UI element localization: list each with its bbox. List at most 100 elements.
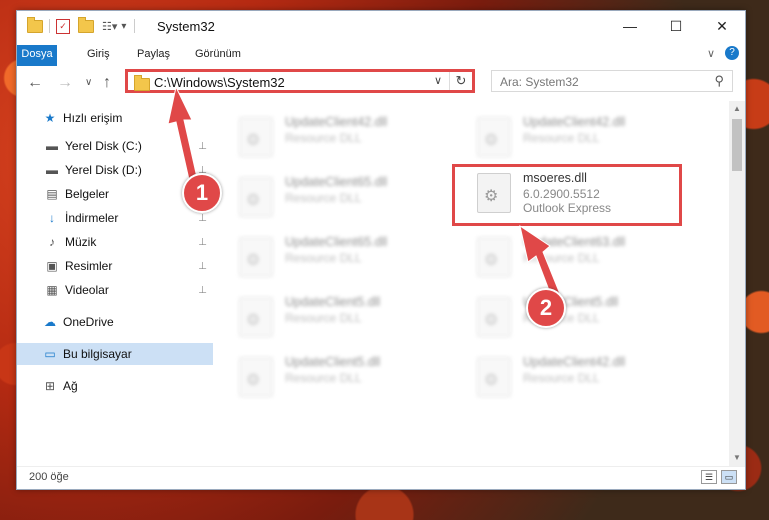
quick-access-toolbar: ✓ ☷▾ ▾ (27, 16, 136, 35)
folder-icon (134, 75, 150, 91)
sidebar-item-label: Yerel Disk (C:) (65, 139, 142, 153)
separator (134, 19, 136, 33)
sidebar-item[interactable]: ⊞ Ağ (17, 375, 213, 397)
file-item-msoeres[interactable]: msoeres.dll 6.0.2900.5512Outlook Express (452, 164, 682, 226)
network-icon: ⊞ (44, 379, 56, 393)
sidebar-item-label: Bu bilgisayar (63, 347, 132, 361)
sidebar-item[interactable]: ☁ OneDrive (17, 311, 213, 333)
file-name: UpdateClient65.dll (285, 175, 388, 189)
recent-locations-button[interactable]: ∨ (85, 77, 92, 88)
up-button[interactable]: ↑ (103, 74, 111, 92)
back-button[interactable]: ← (27, 74, 43, 92)
scroll-down-icon[interactable]: ▼ (733, 453, 741, 462)
sidebar-item[interactable]: ▭ Bu bilgisayar (17, 343, 213, 365)
separator (49, 19, 50, 33)
dll-file-icon (239, 237, 273, 277)
file-list: UpdateClient42.dll Resource DLL UpdateClie… (217, 101, 727, 466)
search-placeholder: Ara: System32 (500, 75, 579, 89)
file-item[interactable]: UpdateClient5.dllResource DLL (455, 291, 675, 339)
properties-icon[interactable]: ✓ (56, 18, 70, 34)
file-description: Resource DLL (285, 311, 362, 325)
sidebar-item-label: Hızlı erişim (63, 111, 123, 125)
sidebar-item[interactable]: ▬ Yerel Disk (C:) ⊥ (17, 135, 213, 157)
file-description: Resource DLL (285, 371, 362, 385)
pin-icon[interactable]: ⊥ (198, 285, 207, 296)
refresh-icon[interactable]: ↻ (449, 72, 472, 90)
drive-icon: ▬ (46, 139, 58, 153)
details-view-icon[interactable]: ☰ (701, 470, 717, 484)
file-name: UpdateClient5.dll (285, 295, 381, 309)
dll-file-icon (477, 173, 511, 213)
vertical-scrollbar[interactable]: ▲ ▼ (729, 101, 745, 466)
file-name: UpdateClient42.dll (523, 355, 626, 369)
scroll-up-icon[interactable]: ▲ (733, 104, 741, 113)
file-item[interactable]: UpdateClient65.dll Resource DLL (217, 231, 437, 279)
minimize-button[interactable]: — (607, 11, 653, 41)
forward-button[interactable]: → (57, 74, 73, 92)
tab-share[interactable]: Paylaş (129, 45, 178, 64)
explorer-window: ✓ ☷▾ ▾ System32 — ☐ ✕ Dosya Giriş Paylaş… (16, 10, 746, 490)
new-folder-icon[interactable] (78, 16, 94, 33)
pin-icon[interactable]: ⊥ (198, 237, 207, 248)
address-path[interactable]: C:\Windows\System32 (154, 75, 285, 90)
file-item[interactable]: UpdateClient42.dll Resource DLL (455, 351, 675, 399)
video-icon: ▦ (46, 283, 58, 297)
dll-file-icon (239, 357, 273, 397)
pin-icon[interactable]: ⊥ (198, 261, 207, 272)
search-input[interactable]: Ara: System32 ⚲ (491, 70, 733, 92)
dll-file-icon (239, 117, 273, 157)
close-button[interactable]: ✕ (699, 11, 745, 41)
file-description: 6.0.2900.5512 (523, 187, 600, 201)
dll-file-icon (477, 117, 511, 157)
folder-icon (27, 16, 43, 33)
file-description: Resource DLL (523, 371, 600, 385)
sidebar-item-label: Videolar (65, 283, 109, 297)
dll-file-icon (239, 177, 273, 217)
large-icons-view-icon[interactable]: ▭ (721, 470, 737, 484)
sidebar-item[interactable]: ♪ Müzik ⊥ (17, 231, 213, 253)
drive-icon: ▬ (46, 163, 58, 177)
file-item[interactable]: UpdateClient42.dll Resource DLL (455, 111, 675, 159)
ribbon: Dosya Giriş Paylaş Görünüm ∨ ? (17, 42, 745, 93)
tab-view[interactable]: Görünüm (187, 45, 249, 64)
item-count: 200 öğe (29, 471, 69, 483)
file-description: Resource DLL (523, 131, 600, 145)
search-icon[interactable]: ⚲ (714, 73, 724, 89)
file-item[interactable]: UpdateClient63.dll Resource DLL (455, 231, 675, 279)
dll-file-icon (477, 237, 511, 277)
star-icon: ★ (44, 111, 56, 125)
file-name: UpdateClient42.dll (285, 115, 388, 129)
file-description: Resource DLL (285, 131, 362, 145)
help-icon[interactable]: ? (725, 46, 739, 60)
maximize-button[interactable]: ☐ (653, 11, 699, 41)
file-item[interactable]: UpdateClient5.dll Resource DLL (217, 291, 437, 339)
dll-file-icon (239, 297, 273, 337)
file-item[interactable]: UpdateClient5.dllResource DLL (217, 351, 437, 399)
status-bar: 200 öğe ☰ ▭ (17, 466, 745, 489)
navigation-pane: ★ Hızlı erişim ▬ Yerel Disk (C:) ⊥ ▬ Yerel Dis… (17, 101, 213, 466)
pin-icon[interactable]: ⊥ (198, 213, 207, 224)
computer-icon: ▭ (44, 347, 56, 361)
dropdown-icon[interactable]: ▾ (121, 21, 126, 32)
sidebar-item[interactable]: ▦ Videolar ⊥ (17, 279, 213, 301)
address-bar[interactable]: C:\Windows\System32 ∨ ↻ (125, 69, 475, 93)
file-item[interactable]: UpdateClient65.dll Resource DLL (217, 171, 437, 219)
sidebar-item-label: OneDrive (63, 315, 114, 329)
music-icon: ♪ (49, 235, 55, 249)
sidebar-item[interactable]: ▬ Yerel Disk (D:) ⊥ (17, 159, 213, 181)
cloud-icon: ☁ (44, 315, 56, 329)
chevron-down-icon[interactable]: ∨ (434, 74, 442, 87)
scroll-thumb[interactable] (732, 119, 742, 171)
sidebar-item[interactable]: ▣ Resimler ⊥ (17, 255, 213, 277)
tab-home[interactable]: Giriş (79, 45, 118, 64)
file-item[interactable]: UpdateClient42.dll Resource DLL (217, 111, 437, 159)
sidebar-item[interactable]: ↓ İndirmeler ⊥ (17, 207, 213, 229)
pictures-icon: ▣ (46, 259, 58, 273)
pin-icon[interactable]: ⊥ (198, 141, 207, 152)
customize-icon[interactable]: ☷▾ (102, 20, 117, 33)
documents-icon: ▤ (46, 187, 58, 201)
sidebar-item[interactable]: ★ Hızlı erişim (17, 107, 213, 129)
file-company: Outlook Express (523, 201, 612, 215)
ribbon-collapse-icon[interactable]: ∨ (707, 47, 715, 60)
title-bar: ✓ ☷▾ ▾ System32 — ☐ ✕ (17, 11, 745, 41)
